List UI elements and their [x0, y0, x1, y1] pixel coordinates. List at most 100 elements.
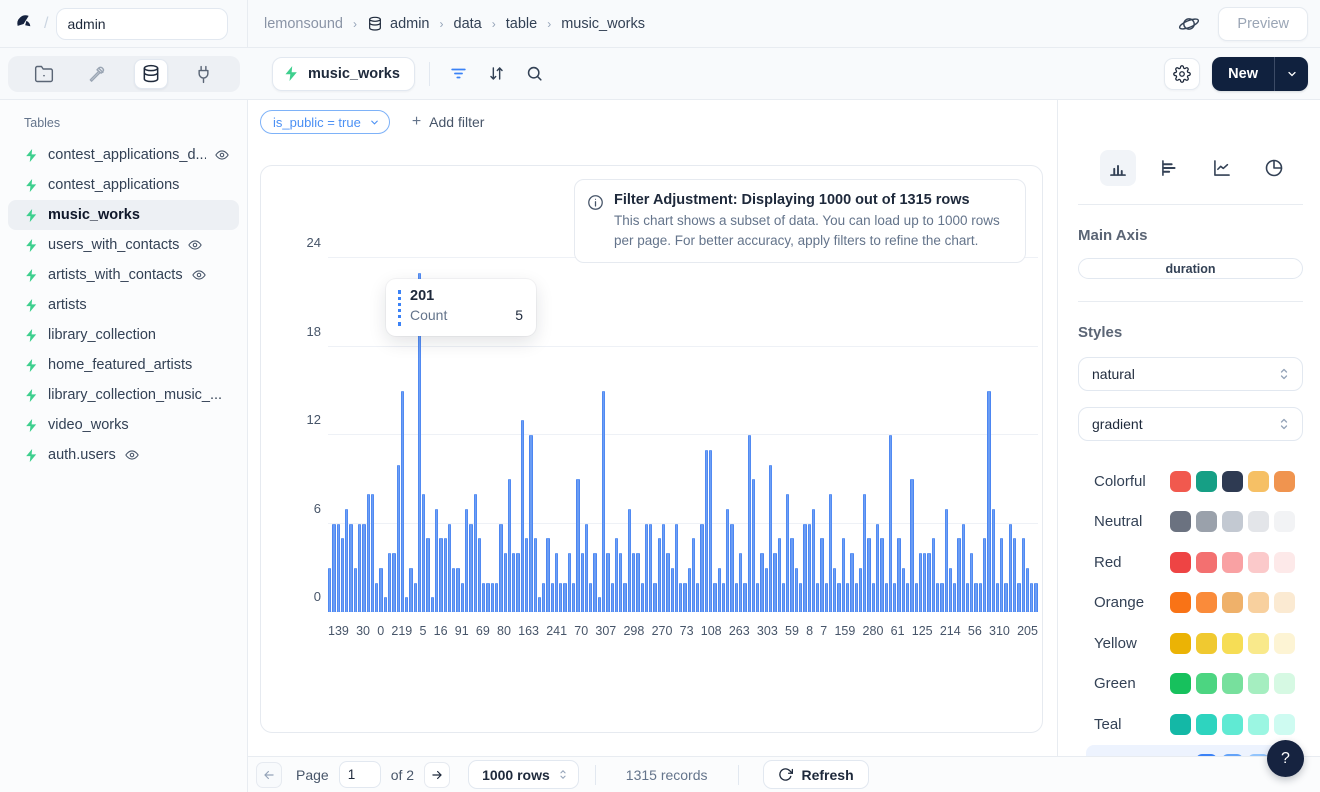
- bar[interactable]: [589, 583, 592, 613]
- bar[interactable]: [538, 597, 541, 612]
- bar[interactable]: [414, 583, 417, 613]
- preview-button[interactable]: Preview: [1218, 7, 1308, 41]
- bar[interactable]: [765, 568, 768, 612]
- sidebar-item-users_with_contacts[interactable]: users_with_contacts: [8, 230, 239, 260]
- bar[interactable]: [739, 553, 742, 612]
- bar[interactable]: [936, 583, 939, 613]
- bar[interactable]: [872, 583, 875, 613]
- bar[interactable]: [555, 553, 558, 612]
- bar[interactable]: [478, 538, 481, 612]
- bar[interactable]: [632, 553, 635, 612]
- table-selector-button[interactable]: music_works: [272, 57, 415, 91]
- palette-option-teal[interactable]: Teal: [1086, 704, 1303, 745]
- bar[interactable]: [773, 553, 776, 612]
- bar[interactable]: [392, 553, 395, 612]
- bar[interactable]: [820, 538, 823, 612]
- bar[interactable]: [752, 479, 755, 612]
- bar[interactable]: [358, 524, 361, 613]
- palette-option-colorful[interactable]: Colorful: [1086, 461, 1303, 502]
- bar[interactable]: [949, 568, 952, 612]
- bar[interactable]: [782, 583, 785, 613]
- bar[interactable]: [1000, 538, 1003, 612]
- bar[interactable]: [863, 494, 866, 612]
- bar[interactable]: [910, 479, 913, 612]
- bar[interactable]: [341, 538, 344, 612]
- filter-icon[interactable]: [440, 57, 478, 91]
- bar[interactable]: [426, 538, 429, 612]
- bar[interactable]: [696, 583, 699, 613]
- main-axis-field-chip[interactable]: duration: [1078, 258, 1303, 279]
- sidebar-item-music_works[interactable]: music_works: [8, 200, 239, 230]
- bar[interactable]: [816, 583, 819, 613]
- plug-icon[interactable]: [187, 59, 221, 89]
- bar[interactable]: [641, 583, 644, 613]
- bar[interactable]: [495, 583, 498, 613]
- bar[interactable]: [568, 553, 571, 612]
- next-page-button[interactable]: [424, 762, 450, 788]
- bar[interactable]: [649, 524, 652, 613]
- bar[interactable]: [790, 538, 793, 612]
- bar[interactable]: [850, 553, 853, 612]
- bar[interactable]: [546, 538, 549, 612]
- bar[interactable]: [688, 568, 691, 612]
- bar[interactable]: [953, 583, 956, 613]
- bar[interactable]: [748, 435, 751, 612]
- bar[interactable]: [512, 553, 515, 612]
- bar[interactable]: [889, 435, 892, 612]
- bar[interactable]: [328, 568, 331, 612]
- bar[interactable]: [692, 538, 695, 612]
- bar[interactable]: [876, 524, 879, 613]
- bar[interactable]: [482, 583, 485, 613]
- curve-style-select[interactable]: natural: [1078, 357, 1303, 391]
- bar[interactable]: [897, 538, 900, 612]
- bar[interactable]: [409, 568, 412, 612]
- bar[interactable]: [585, 524, 588, 613]
- bar[interactable]: [846, 583, 849, 613]
- bar[interactable]: [362, 524, 365, 613]
- bar[interactable]: [1013, 538, 1016, 612]
- palette-option-orange[interactable]: Orange: [1086, 583, 1303, 624]
- bar[interactable]: [803, 524, 806, 613]
- bar[interactable]: [983, 538, 986, 612]
- bar[interactable]: [786, 494, 789, 612]
- sidebar-item-contest_applications_d...[interactable]: contest_applications_d...: [8, 140, 239, 170]
- search-icon[interactable]: [516, 57, 554, 91]
- bar[interactable]: [593, 553, 596, 612]
- bar[interactable]: [893, 583, 896, 613]
- bar[interactable]: [534, 538, 537, 612]
- palette-option-yellow[interactable]: Yellow: [1086, 623, 1303, 664]
- bar[interactable]: [653, 583, 656, 613]
- bar[interactable]: [915, 583, 918, 613]
- bar[interactable]: [996, 583, 999, 613]
- bar[interactable]: [735, 583, 738, 613]
- bar[interactable]: [778, 538, 781, 612]
- sidebar-item-library_collection_music_...[interactable]: library_collection_music_...: [8, 380, 239, 410]
- bar[interactable]: [855, 583, 858, 613]
- bar[interactable]: [491, 583, 494, 613]
- bar[interactable]: [902, 568, 905, 612]
- bar[interactable]: [730, 524, 733, 613]
- bar[interactable]: [756, 583, 759, 613]
- bar[interactable]: [923, 553, 926, 612]
- bar[interactable]: [743, 583, 746, 613]
- bar[interactable]: [563, 583, 566, 613]
- bar[interactable]: [576, 479, 579, 612]
- bar[interactable]: [581, 553, 584, 612]
- bar[interactable]: [679, 583, 682, 613]
- bar[interactable]: [371, 494, 374, 612]
- breadcrumb-item-music_works[interactable]: music_works: [561, 16, 645, 32]
- bar[interactable]: [927, 553, 930, 612]
- pie-chart-icon[interactable]: [1256, 150, 1292, 186]
- bar[interactable]: [675, 524, 678, 613]
- bar[interactable]: [606, 553, 609, 612]
- bar[interactable]: [671, 568, 674, 612]
- add-filter-button[interactable]: + Add filter: [412, 113, 485, 131]
- filter-chip[interactable]: is_public = true: [260, 110, 390, 134]
- bar[interactable]: [940, 583, 943, 613]
- palette-option-green[interactable]: Green: [1086, 664, 1303, 705]
- bar[interactable]: [726, 509, 729, 612]
- bar[interactable]: [906, 583, 909, 613]
- palette-option-red[interactable]: Red: [1086, 542, 1303, 583]
- bar[interactable]: [542, 583, 545, 613]
- bar[interactable]: [508, 479, 511, 612]
